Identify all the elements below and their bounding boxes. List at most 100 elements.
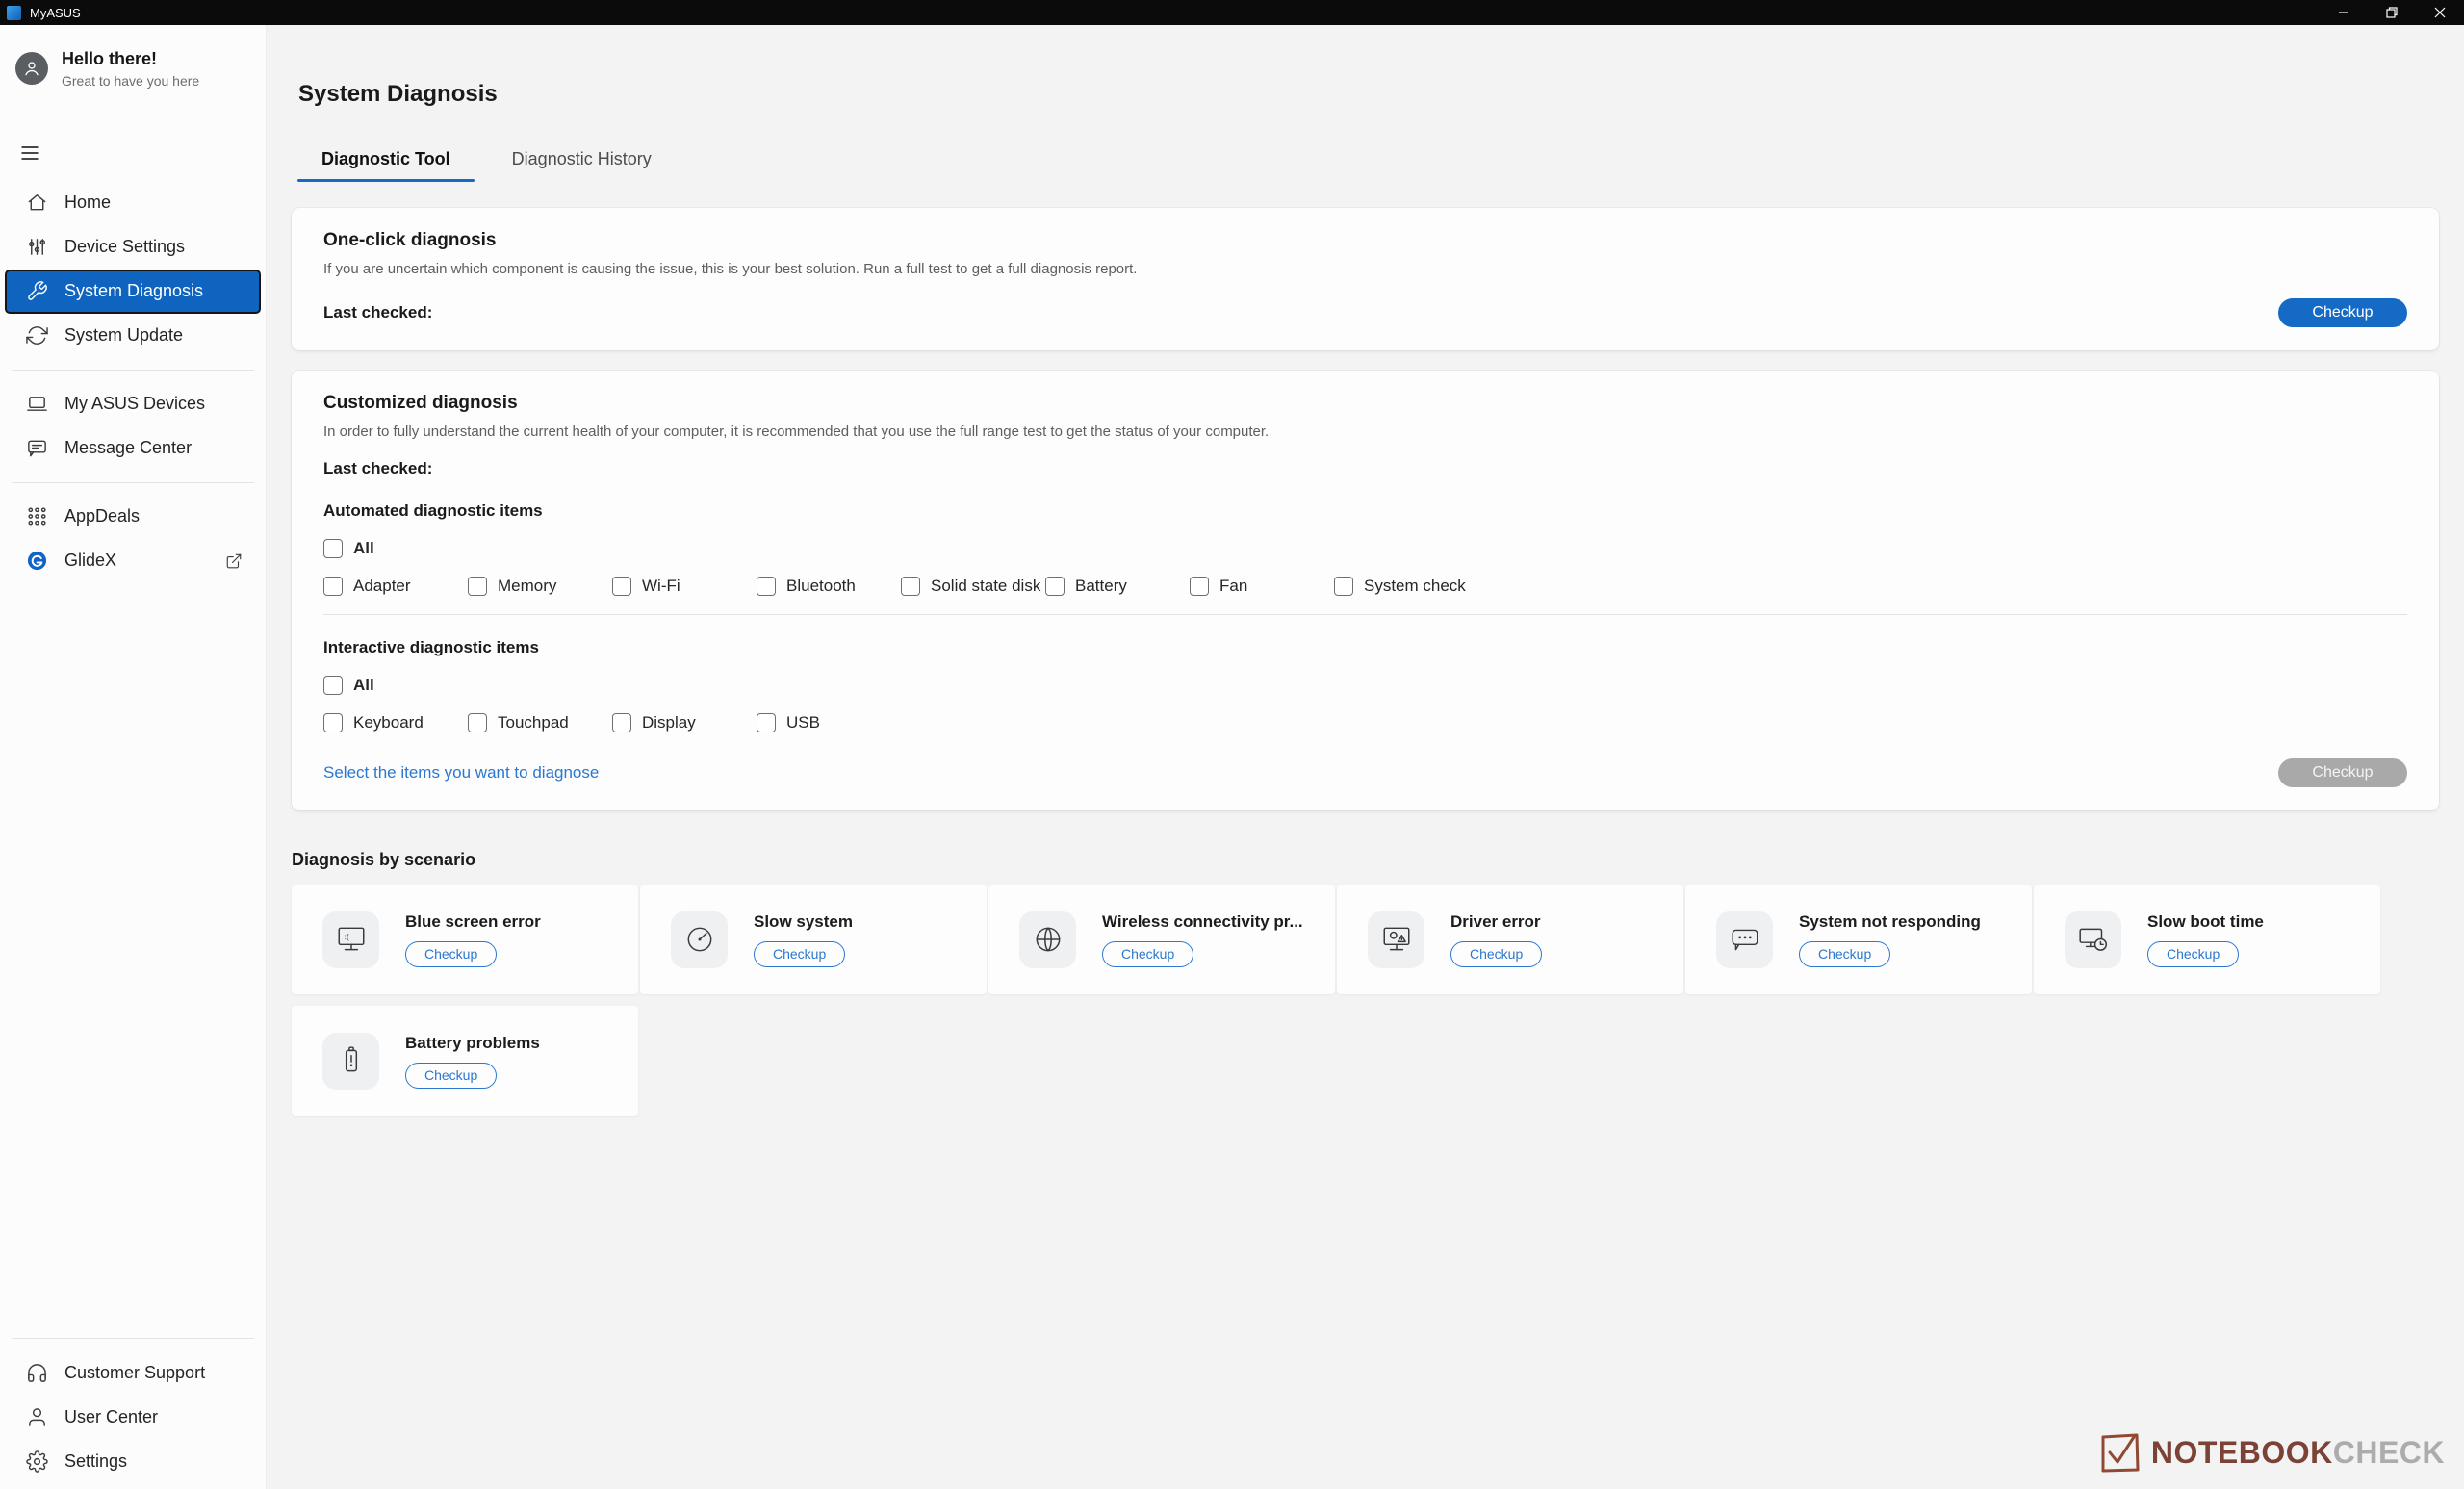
minimize-button[interactable] xyxy=(2320,0,2368,25)
checkbox-label: Wi-Fi xyxy=(642,577,680,596)
sidebar-item-user-center[interactable]: User Center xyxy=(0,1395,266,1439)
sidebar-item-glidex[interactable]: GlideX xyxy=(0,539,266,583)
checkbox-system-check[interactable]: System check xyxy=(1334,577,1466,596)
sidebar-item-label: Customer Support xyxy=(64,1363,205,1383)
user-greeting: Hello there! Great to have you here xyxy=(15,49,250,89)
interactive-items-heading: Interactive diagnostic items xyxy=(323,638,2407,657)
sidebar: Hello there! Great to have you here Home… xyxy=(0,25,267,1489)
scenario-title: Battery problems xyxy=(405,1034,540,1053)
checkbox-adapter[interactable]: Adapter xyxy=(323,577,468,596)
checkbox-wifi[interactable]: Wi-Fi xyxy=(612,577,757,596)
sidebar-item-system-update[interactable]: System Update xyxy=(0,314,266,358)
checkbox-icon[interactable] xyxy=(1190,577,1209,596)
checkbox-icon[interactable] xyxy=(323,539,343,558)
sidebar-item-home[interactable]: Home xyxy=(0,181,266,225)
checkbox-icon[interactable] xyxy=(901,577,920,596)
sidebar-item-settings[interactable]: Settings xyxy=(0,1439,266,1483)
checkbox-icon[interactable] xyxy=(468,577,487,596)
checkbox-usb[interactable]: USB xyxy=(757,713,820,732)
scenario-card-wireless-connectivity: Wireless connectivity pr... Checkup xyxy=(988,885,1335,994)
icon-tile: :( xyxy=(322,911,379,968)
scenario-checkup-button[interactable]: Checkup xyxy=(1450,941,1542,967)
main-content: System Diagnosis Diagnostic Tool Diagnos… xyxy=(267,25,2464,1489)
scenario-card-slow-boot-time: Slow boot time Checkup xyxy=(2034,885,2380,994)
close-button[interactable] xyxy=(2416,0,2464,25)
menu-toggle-button[interactable] xyxy=(18,139,47,167)
tab-bar: Diagnostic Tool Diagnostic History xyxy=(297,141,2439,182)
greeting-subtitle: Great to have you here xyxy=(62,73,199,89)
scenario-checkup-button[interactable]: Checkup xyxy=(2147,941,2239,967)
external-link-icon[interactable] xyxy=(225,552,243,570)
checkbox-keyboard[interactable]: Keyboard xyxy=(323,713,468,732)
sidebar-item-device-settings[interactable]: Device Settings xyxy=(0,225,266,270)
sidebar-item-appdeals[interactable]: AppDeals xyxy=(0,495,266,539)
gear-icon xyxy=(26,1450,48,1473)
scenario-heading: Diagnosis by scenario xyxy=(292,850,2439,870)
scenario-checkup-button[interactable]: Checkup xyxy=(754,941,845,967)
icon-tile xyxy=(1019,911,1076,968)
customized-diagnosis-card: Customized diagnosis In order to fully u… xyxy=(292,371,2439,810)
icon-tile xyxy=(322,1033,379,1090)
tab-diagnostic-tool[interactable]: Diagnostic Tool xyxy=(297,141,475,182)
checkbox-display[interactable]: Display xyxy=(612,713,757,732)
one-click-diagnosis-card: One-click diagnosis If you are uncertain… xyxy=(292,208,2439,350)
sliders-icon xyxy=(26,236,48,258)
checkbox-icon[interactable] xyxy=(1334,577,1353,596)
restore-button[interactable] xyxy=(2368,0,2416,25)
glidex-icon xyxy=(26,550,48,572)
close-icon xyxy=(2434,7,2446,18)
globe-icon xyxy=(1032,923,1065,956)
checkbox-icon[interactable] xyxy=(612,577,631,596)
avatar[interactable] xyxy=(15,52,48,85)
checkbox-solid-state-disk[interactable]: Solid state disk xyxy=(901,577,1045,596)
checkbox-icon[interactable] xyxy=(468,713,487,732)
sidebar-item-my-asus-devices[interactable]: My ASUS Devices xyxy=(0,382,266,426)
checkbox-icon[interactable] xyxy=(323,713,343,732)
wrench-icon xyxy=(26,280,48,302)
laptop-icon xyxy=(26,393,48,415)
checkbox-battery[interactable]: Battery xyxy=(1045,577,1190,596)
checkbox-icon[interactable] xyxy=(757,577,776,596)
checkbox-bluetooth[interactable]: Bluetooth xyxy=(757,577,901,596)
checkbox-all-interactive[interactable]: All xyxy=(323,676,374,695)
checkbox-icon[interactable] xyxy=(323,577,343,596)
sidebar-item-customer-support[interactable]: Customer Support xyxy=(0,1350,266,1395)
scenario-checkup-button[interactable]: Checkup xyxy=(405,1063,497,1089)
watermark-brand-light: CHECK xyxy=(2333,1435,2445,1470)
select-items-link[interactable]: Select the items you want to diagnose xyxy=(323,763,599,783)
customized-checkup-button[interactable]: Checkup xyxy=(2278,758,2407,787)
scenario-title: Blue screen error xyxy=(405,912,541,932)
sidebar-nav: Home Device Settings System Diagnosis Sy… xyxy=(0,181,266,583)
checkbox-icon[interactable] xyxy=(323,676,343,695)
checkbox-icon[interactable] xyxy=(612,713,631,732)
scenario-checkup-button[interactable]: Checkup xyxy=(1102,941,1194,967)
scenario-card-system-not-responding: System not responding Checkup xyxy=(1685,885,2032,994)
one-click-checkup-button[interactable]: Checkup xyxy=(2278,298,2407,327)
home-icon xyxy=(26,192,48,214)
checkbox-touchpad[interactable]: Touchpad xyxy=(468,713,612,732)
scenario-checkup-button[interactable]: Checkup xyxy=(405,941,497,967)
sidebar-item-label: My ASUS Devices xyxy=(64,394,205,414)
checkbox-icon[interactable] xyxy=(1045,577,1065,596)
scenario-title: Driver error xyxy=(1450,912,1542,932)
customized-title: Customized diagnosis xyxy=(323,393,2407,414)
scenario-card-driver-error: Driver error Checkup xyxy=(1337,885,1683,994)
one-click-title: One-click diagnosis xyxy=(323,230,2407,251)
checkbox-memory[interactable]: Memory xyxy=(468,577,612,596)
automated-items-heading: Automated diagnostic items xyxy=(323,501,2407,521)
checkbox-label: Adapter xyxy=(353,577,411,596)
checkbox-all-automated[interactable]: All xyxy=(323,539,374,558)
checkbox-label: Fan xyxy=(1219,577,1247,596)
one-click-description: If you are uncertain which component is … xyxy=(323,261,2407,277)
user-icon xyxy=(22,59,41,78)
checkbox-icon[interactable] xyxy=(757,713,776,732)
tab-diagnostic-history[interactable]: Diagnostic History xyxy=(488,141,676,182)
checkbox-fan[interactable]: Fan xyxy=(1190,577,1334,596)
sidebar-item-system-diagnosis[interactable]: System Diagnosis xyxy=(5,270,261,314)
sidebar-item-message-center[interactable]: Message Center xyxy=(0,426,266,471)
bluescreen-icon: :( xyxy=(335,923,368,956)
sidebar-bottom-nav: Customer Support User Center Settings xyxy=(0,1326,266,1483)
checkbox-label: Touchpad xyxy=(498,713,569,732)
refresh-icon xyxy=(26,324,48,347)
scenario-checkup-button[interactable]: Checkup xyxy=(1799,941,1890,967)
